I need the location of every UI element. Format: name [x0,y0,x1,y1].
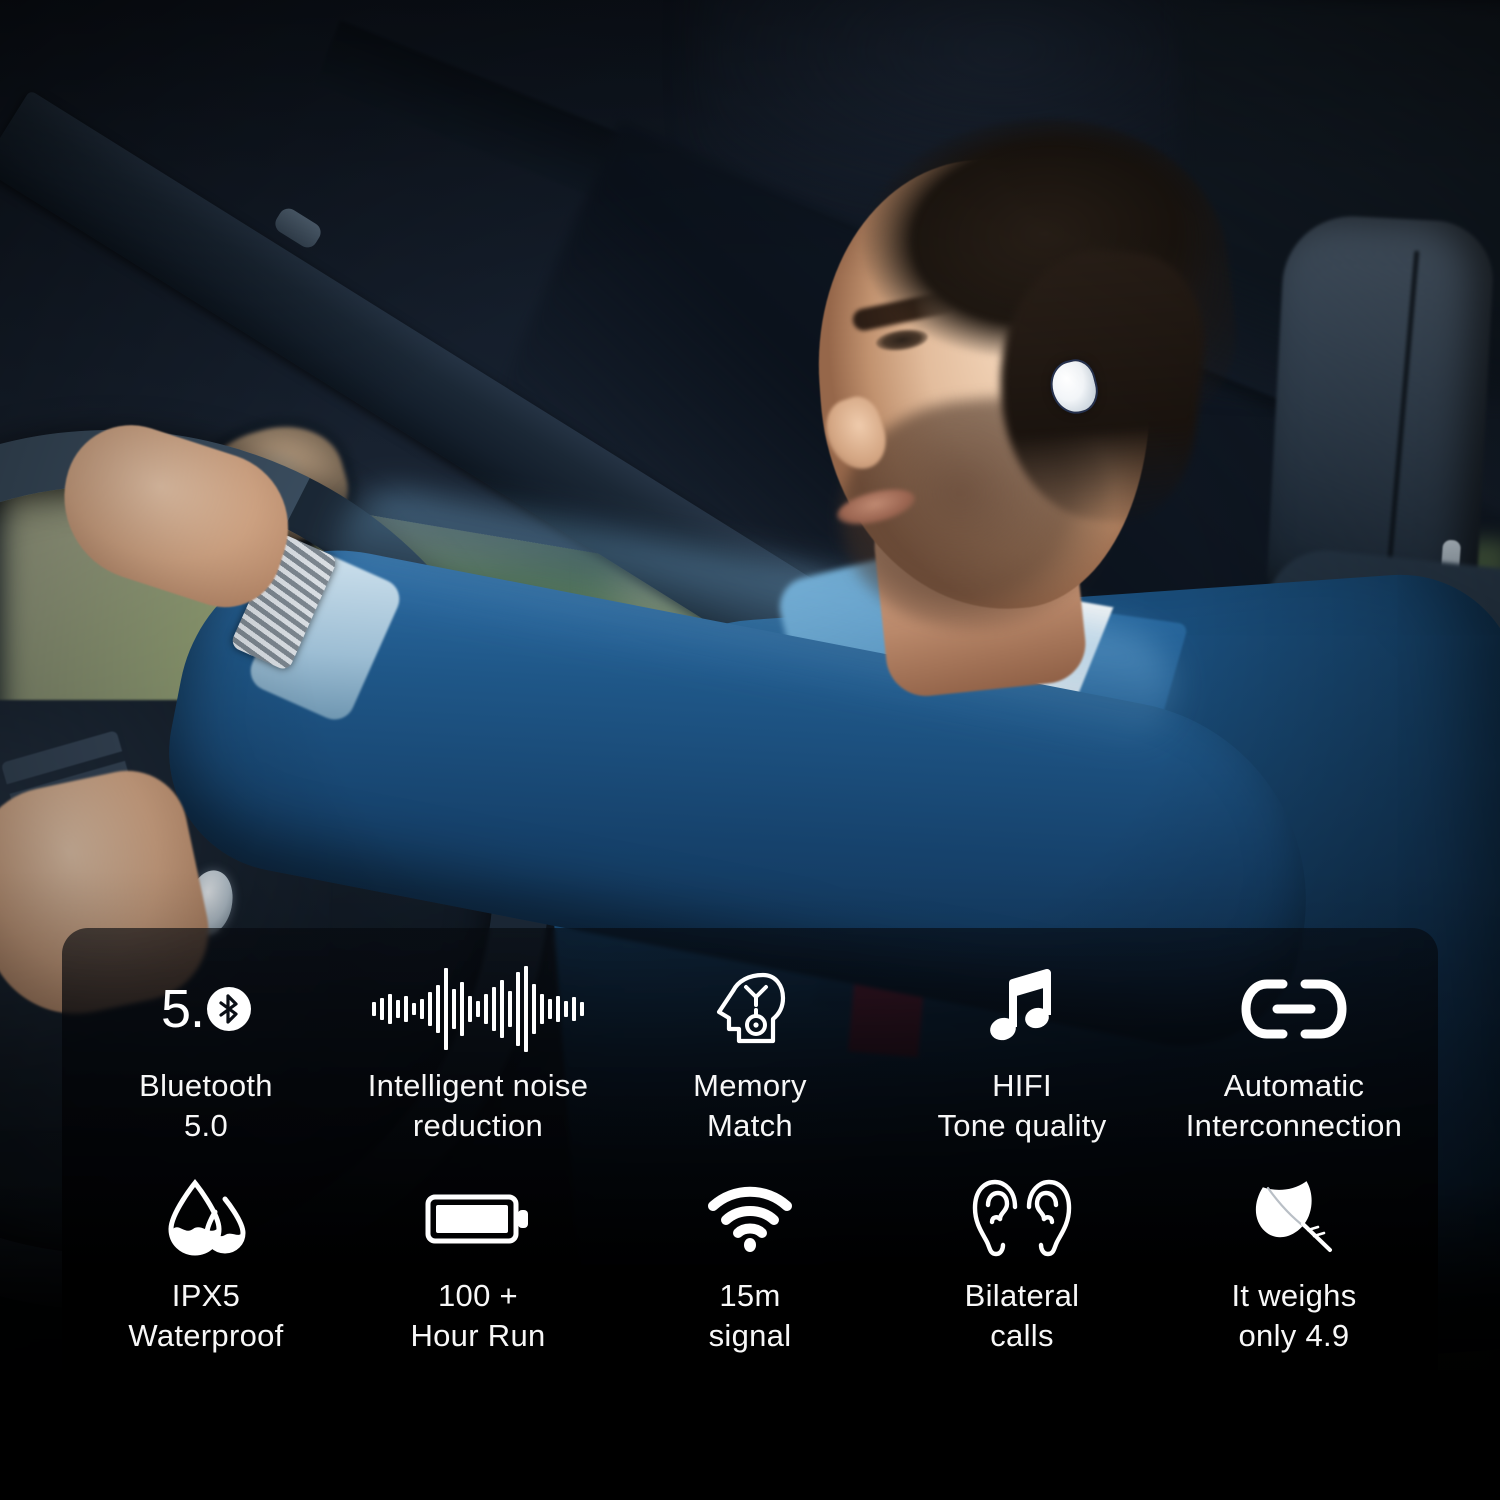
feature-noise-reduction: Intelligent noise reduction [342,962,614,1172]
waveform-bar [428,992,432,1026]
feather-icon [1248,1176,1340,1262]
waveform-bar [436,985,440,1033]
feature-label: It weighs only 4.9 [1231,1278,1357,1354]
waveform-bar [396,1000,400,1018]
waveform-bar [412,1003,416,1015]
bluetooth-glyph-circle [207,987,252,1031]
feature-label: Intelligent noise reduction [367,1068,589,1144]
waveform-bar [556,996,560,1022]
waveform-bar [372,1002,376,1016]
feature-label: Bilateral calls [964,1278,1080,1354]
waveform-bar [468,996,472,1022]
head-memory-match-icon [713,966,787,1052]
feature-weight: It weighs only 4.9 [1158,1172,1430,1382]
waveform-bar [508,991,512,1027]
waveform-bars [372,966,584,1052]
chain-link-icon [1239,966,1349,1052]
feature-waterproof: IPX5 Waterproof [70,1172,342,1382]
water-drops-icon [163,1176,249,1262]
wifi-signal-icon [708,1176,792,1262]
feature-label: 100 + Hour Run [410,1278,546,1354]
feature-bilateral-calls: Bilateral calls [886,1172,1158,1382]
waveform-bar [420,999,424,1019]
feature-label: HIFI Tone quality [937,1068,1107,1144]
car-headrest [1266,212,1496,604]
bluetooth-5-icon: 5. [160,966,252,1052]
waveform-bar [404,996,408,1022]
feature-battery-life: 100 + Hour Run [342,1172,614,1382]
waveform-bar [388,994,392,1024]
waveform-bar [532,984,536,1034]
waveform-bar [540,994,544,1024]
waveform-bar [492,987,496,1031]
waveform-bar [484,994,488,1024]
feature-label: Bluetooth 5.0 [139,1068,273,1144]
waveform-bar [444,968,448,1050]
battery-icon [424,1176,532,1262]
waveform-bar [500,980,504,1038]
waveform-bar [452,989,456,1029]
feature-panel: 5. Bluetooth 5.0 Intelligent noise reduc [62,928,1438,1398]
waveform-bar [460,982,464,1036]
waveform-bar [572,997,576,1021]
feature-interconnection: Automatic Interconnection [1158,962,1430,1172]
sound-waveform-icon [372,966,584,1052]
feature-label: IPX5 Waterproof [128,1278,284,1354]
product-banner: 5. Bluetooth 5.0 Intelligent noise reduc [0,0,1500,1500]
bluetooth-version-text: 5. [160,979,205,1039]
waveform-bar [548,999,552,1019]
feature-grid: 5. Bluetooth 5.0 Intelligent noise reduc [62,928,1438,1398]
feature-label: Automatic Interconnection [1185,1068,1403,1144]
waveform-bar [380,998,384,1020]
feature-label: 15m signal [708,1278,792,1354]
waveform-bar [516,972,520,1046]
two-ears-icon [970,1176,1074,1262]
feature-signal-range: 15m signal [614,1172,886,1382]
waveform-bar [580,1002,584,1016]
waveform-bar [476,1001,480,1017]
feature-label: Memory Match [693,1068,807,1144]
waveform-bar [564,1001,568,1017]
feature-bluetooth: 5. Bluetooth 5.0 [70,962,342,1172]
feature-hifi: HIFI Tone quality [886,962,1158,1172]
waveform-bar [524,966,528,1052]
bottom-blackout [0,1370,1500,1500]
music-note-icon [987,966,1057,1052]
feature-memory-match: Memory Match [614,962,886,1172]
